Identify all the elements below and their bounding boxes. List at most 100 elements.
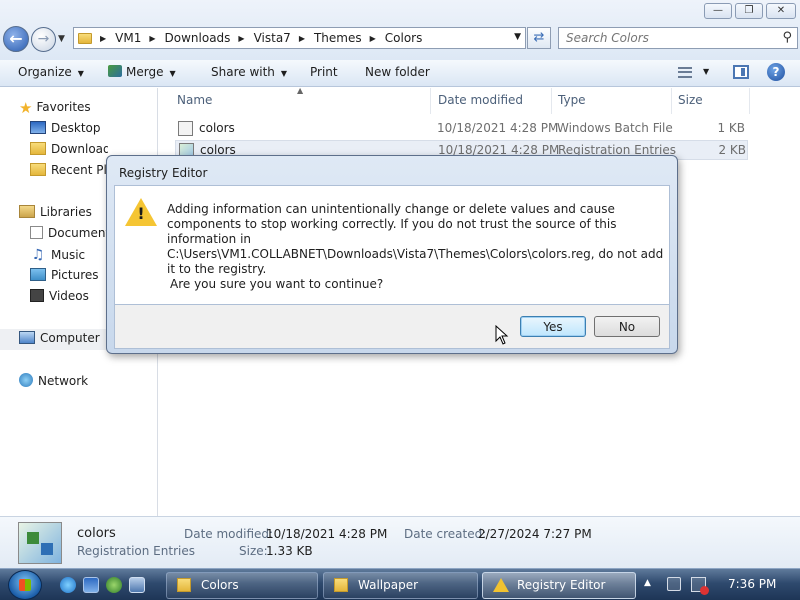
new-folder-button[interactable]: New folder — [365, 65, 430, 79]
taskbar-button-label: Wallpaper — [358, 578, 419, 592]
recent-places-icon — [30, 163, 46, 176]
nav-network[interactable]: Network — [19, 373, 88, 388]
network-status-icon[interactable] — [691, 577, 709, 595]
dialog-message: Adding information can unintentionally c… — [167, 202, 664, 276]
nav-music[interactable]: ♫ Music — [30, 247, 85, 263]
change-view-icon[interactable] — [678, 67, 692, 78]
chevron-right-icon[interactable]: ▶ — [238, 34, 244, 43]
network-icon — [19, 373, 33, 387]
taskbar-button-wallpaper[interactable]: Wallpaper — [323, 572, 478, 599]
address-bar[interactable]: ▶ VM1 ▶ Downloads ▶ Vista7 ▶ Themes ▶ Co… — [73, 27, 526, 49]
pictures-icon — [30, 268, 46, 281]
taskbar-button-colors[interactable]: Colors — [166, 572, 318, 599]
nav-label: Downloads — [51, 142, 108, 156]
refresh-button[interactable]: ⇄ — [527, 27, 551, 49]
merge-button[interactable]: Merge ▼ — [108, 65, 176, 79]
nav-favorites[interactable]: ★ Favorites — [19, 99, 91, 117]
chevron-right-icon[interactable]: ▶ — [149, 34, 155, 43]
restore-button[interactable]: ❐ — [735, 3, 763, 19]
search-input[interactable] — [559, 28, 759, 48]
details-size-label: Size: — [239, 544, 268, 558]
music-icon: ♫ — [31, 247, 45, 263]
chevron-right-icon[interactable]: ▶ — [299, 34, 305, 43]
organize-label: Organize — [18, 65, 72, 79]
column-divider[interactable] — [749, 88, 750, 114]
file-name: colors — [199, 121, 235, 135]
details-date-created: 2/27/2024 7:27 PM — [478, 527, 592, 541]
nav-computer[interactable]: Computer — [19, 331, 100, 345]
start-button[interactable] — [8, 570, 42, 600]
column-divider[interactable] — [430, 88, 431, 114]
nav-label: Documents — [48, 226, 108, 240]
merge-label: Merge — [126, 65, 164, 79]
print-button[interactable]: Print — [310, 65, 338, 79]
details-file-type: Registration Entries — [77, 544, 195, 558]
registry-file-icon — [18, 522, 62, 564]
internet-explorer-icon[interactable] — [60, 577, 76, 593]
nav-videos[interactable]: Videos — [30, 289, 89, 303]
dialog-title: Registry Editor — [119, 166, 208, 180]
exclamation-mark: ! — [137, 204, 145, 223]
breadcrumb-colors[interactable]: Colors — [385, 31, 423, 45]
preview-pane-icon[interactable] — [733, 65, 749, 79]
registry-editor-dialog: Registry Editor ! Adding information can… — [106, 155, 678, 354]
help-icon[interactable]: ? — [767, 63, 785, 81]
nav-label: Recent Places — [51, 163, 108, 177]
details-pane: colors Registration Entries Date modifie… — [0, 516, 800, 568]
breadcrumb-downloads[interactable]: Downloads — [165, 31, 231, 45]
column-header-name[interactable]: Name — [177, 93, 212, 107]
file-row[interactable]: colors 10/18/2021 4:28 PM Windows Batch … — [175, 119, 748, 139]
close-button[interactable]: ✕ — [766, 3, 796, 19]
yes-button[interactable]: Yes — [520, 316, 586, 337]
sort-up-icon: ▲ — [297, 86, 304, 95]
forward-button[interactable]: → — [31, 27, 56, 52]
videos-icon — [30, 289, 44, 302]
chevron-right-icon[interactable]: ▶ — [100, 34, 106, 43]
no-button[interactable]: No — [594, 316, 660, 337]
chevron-down-icon: ▼ — [169, 69, 176, 78]
back-button[interactable]: ← — [3, 26, 29, 52]
nav-label: Network — [38, 374, 89, 388]
documents-icon — [30, 226, 43, 239]
search-box[interactable]: ⚲ — [558, 27, 798, 49]
dialog-question: Are you sure you want to continue? — [170, 277, 384, 291]
column-divider[interactable] — [551, 88, 552, 114]
nav-recent-places[interactable]: Recent Places — [30, 163, 108, 177]
file-type: Windows Batch File — [557, 121, 673, 135]
show-hidden-icons-icon[interactable]: ▲ — [644, 578, 651, 588]
taskbar-button-registry-editor[interactable]: Registry Editor — [482, 572, 636, 599]
chevron-down-icon: ▼ — [280, 69, 288, 78]
nav-downloads[interactable]: Downloads — [30, 142, 108, 156]
chevron-right-icon[interactable]: ▶ — [370, 34, 376, 43]
minimize-button[interactable]: — — [704, 3, 732, 19]
chevron-down-icon[interactable]: ▼ — [703, 67, 709, 76]
breadcrumb-vm1[interactable]: VM1 — [115, 31, 141, 45]
action-center-icon[interactable] — [667, 577, 681, 591]
nav-label: Desktop — [51, 121, 101, 135]
dialog-button-bar: Yes No — [114, 305, 670, 349]
organize-menu[interactable]: Organize ▼ — [18, 65, 84, 79]
switch-windows-icon[interactable] — [129, 577, 145, 593]
nav-label: Pictures — [51, 268, 99, 282]
column-divider[interactable] — [671, 88, 672, 114]
folder-icon — [78, 32, 92, 44]
show-desktop-icon[interactable] — [83, 577, 99, 593]
column-header-size[interactable]: Size — [678, 93, 703, 107]
breadcrumb-vista7[interactable]: Vista7 — [254, 31, 291, 45]
nav-pictures[interactable]: Pictures — [30, 268, 99, 282]
nav-desktop[interactable]: Desktop — [30, 121, 101, 135]
file-size: 2 KB — [718, 143, 746, 157]
address-dropdown-icon[interactable]: ▼ — [514, 32, 521, 42]
column-header-date-modified[interactable]: Date modified — [438, 93, 523, 107]
breadcrumb-themes[interactable]: Themes — [314, 31, 362, 45]
nav-label: Videos — [49, 289, 89, 303]
nav-documents[interactable]: Documents — [30, 226, 108, 240]
share-with-menu[interactable]: Share with ▼ — [211, 65, 287, 79]
nav-label: Computer — [40, 331, 100, 345]
clock[interactable]: 7:36 PM — [728, 577, 776, 591]
column-header-type[interactable]: Type — [558, 93, 586, 107]
search-icon[interactable]: ⚲ — [782, 30, 792, 45]
nav-libraries[interactable]: Libraries — [19, 205, 92, 219]
media-player-icon[interactable] — [106, 577, 122, 593]
recent-pages-dropdown-icon[interactable]: ▼ — [58, 34, 65, 44]
